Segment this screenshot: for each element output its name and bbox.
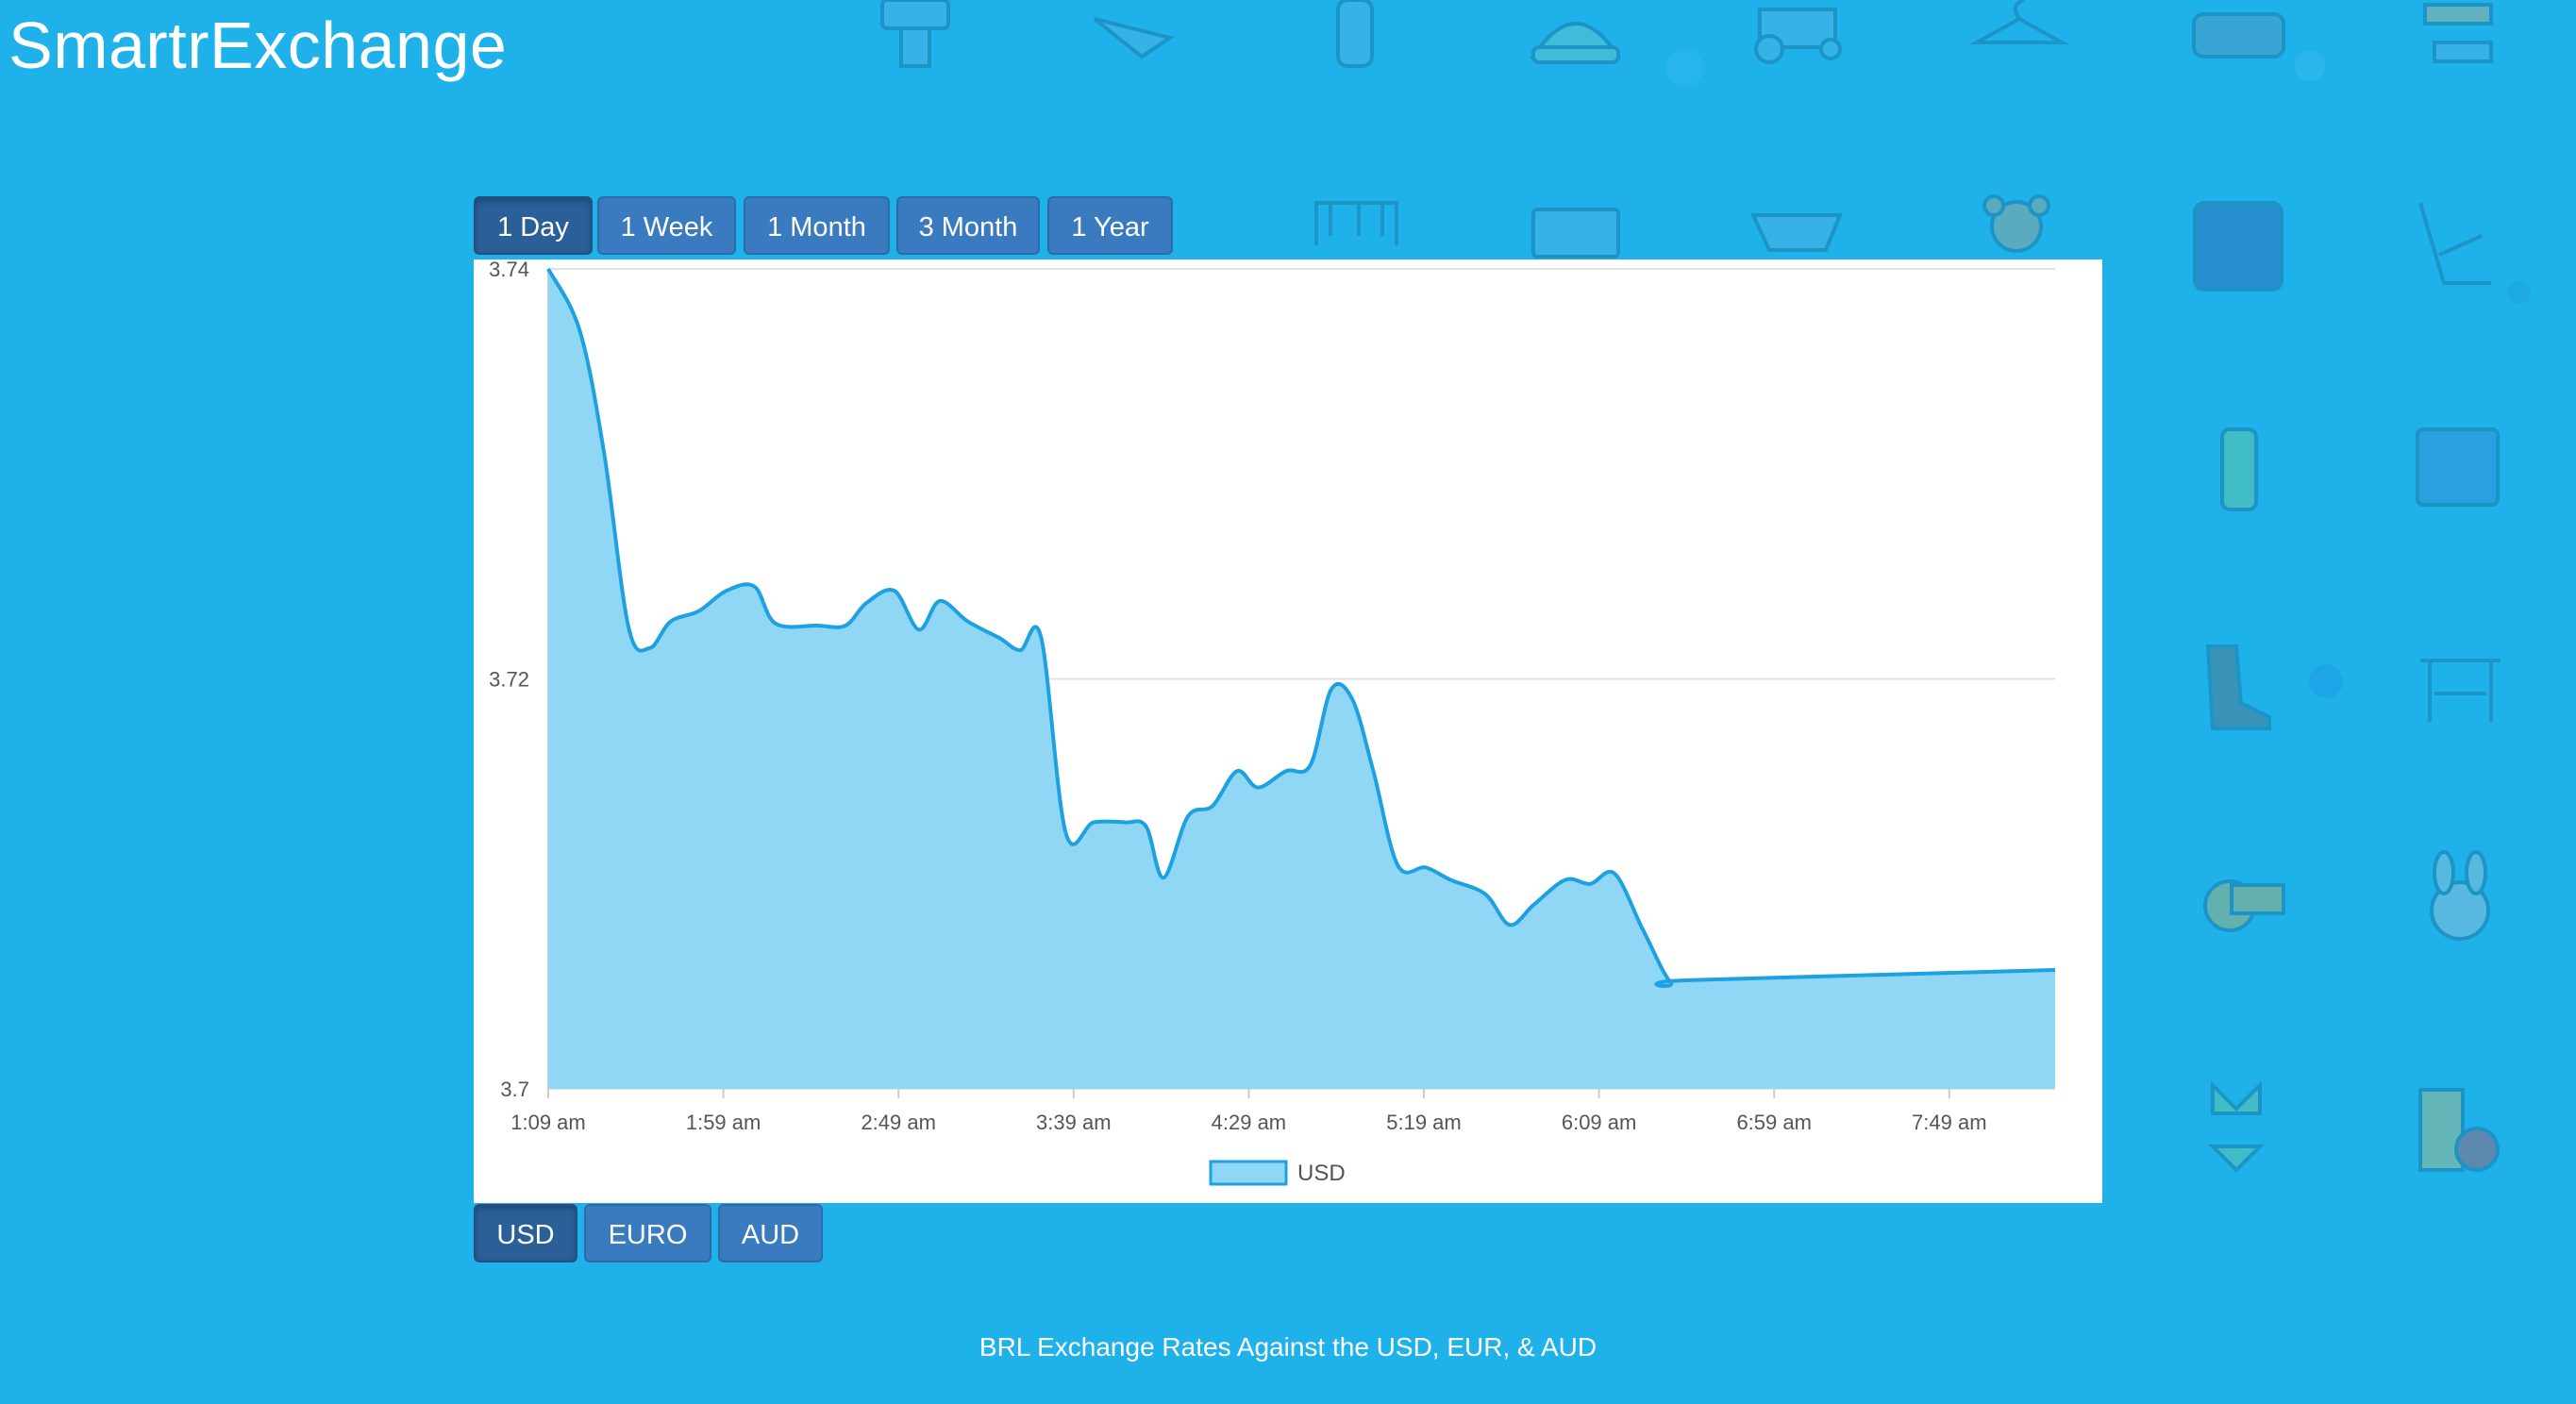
x-tick-label: 5:19 am [1386,1111,1462,1134]
y-tick-label: 3.74 [489,259,529,281]
highchair-icon [880,0,950,68]
legend-swatch-usd [1209,1160,1288,1186]
x-tick-label: 6:09 am [1562,1111,1637,1134]
bottle-icon [1336,0,1374,68]
x-tick-label: 3:39 am [1036,1111,1112,1134]
x-tick-label: 6:59 am [1736,1111,1812,1134]
exchange-rate-chart: 3.74 3.72 3.7 1:09 am 1:59 am 2:49 am 3:39 am 4… [474,258,2102,1203]
legend-label-usd: USD [1297,1161,1346,1186]
tape-measure-icon [2203,879,2285,932]
x-tick-label: 4:29 am [1212,1111,1287,1134]
tractor-toy-icon [1754,8,1842,64]
tab-1-week[interactable]: 1 Week [597,196,736,255]
y-tick-label: 3.72 [489,668,529,692]
beanie-icon [1530,22,1622,64]
juice-apple-icon [2418,1088,2500,1172]
x-tick-label: 7:49 am [1912,1111,1987,1134]
pants-icon [1531,208,1620,259]
bench-press-icon [2420,659,2501,722]
beach-chair-icon [2418,202,2491,285]
x-tick-label: 1:59 am [686,1111,761,1134]
tab-1-day[interactable]: 1 Day [474,196,593,255]
bikini-icon [2208,1080,2265,1173]
currency-euro-button[interactable]: EURO [584,1204,711,1262]
teddy-bear-icon [1982,194,2050,253]
x-tick-label: 2:49 am [861,1111,936,1134]
water-bottle-icon [2220,427,2258,511]
currency-aud-button[interactable]: AUD [718,1204,823,1262]
duffel-bag-icon [2192,12,2285,58]
tab-1-year[interactable]: 1 Year [1047,196,1173,255]
crib-icon [1314,201,1398,245]
chart-canvas: 3.74 3.72 3.7 1:09 am 1:59 am 2:49 am 3:39 am 4… [489,258,2056,1186]
hanger-icon [1969,0,2069,44]
boot-icon [2205,644,2271,730]
airplane-toy-icon [1093,17,1175,59]
tab-3-month[interactable]: 3 Month [896,196,1040,255]
yoga-mat-icon [2193,201,2283,292]
stool-icon [2423,3,2493,63]
footer-caption: BRL Exchange Rates Against the USD, EUR,… [979,1332,1597,1362]
currency-usd-button[interactable]: USD [474,1204,577,1262]
y-tick-label: 3.7 [500,1078,529,1101]
bunny-plush-icon [2430,850,2490,941]
underwear-icon [1749,213,1843,252]
puzzle-icon [2416,427,2500,507]
tab-1-month[interactable]: 1 Month [744,196,890,255]
x-tick-label: 1:09 am [510,1111,586,1134]
